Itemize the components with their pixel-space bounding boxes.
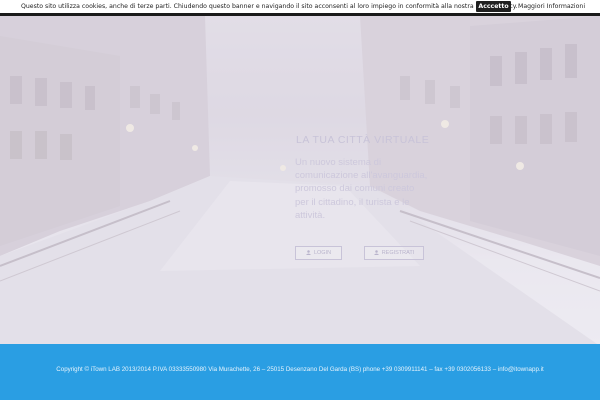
login-label: LOGIN [313,250,332,256]
more-info-link[interactable]: Maggiori Informazioni [518,3,585,10]
footer-copyright: Copyright © iTown LAB 2013/2014 P.IVA 03… [56,366,544,373]
login-button[interactable]: LOGIN [295,246,342,260]
user-icon [305,249,311,257]
cookie-banner-border [0,13,600,16]
hero-title: LA TUA CITTÀ VIRTUALE [296,134,430,146]
cookie-banner-text: Questo sito utilizza cookies, anche di t… [21,3,518,10]
register-label: REGISTRATI [381,250,415,256]
hero-description: Un nuovo sistema di comunicazione all'av… [295,157,428,221]
accept-cookies-button[interactable]: Acccetto [476,1,511,12]
user-plus-icon [373,249,379,257]
footer: Copyright © iTown LAB 2013/2014 P.IVA 03… [0,344,600,400]
cookie-banner: Questo sito utilizza cookies, anche di t… [0,0,600,13]
register-button[interactable]: REGISTRATI [364,246,424,260]
